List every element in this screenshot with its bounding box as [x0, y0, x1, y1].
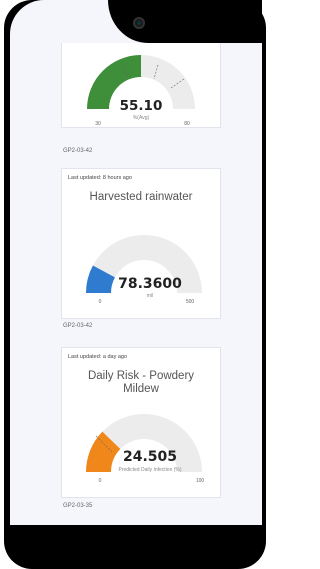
gauge-unit: Predicted Daily Infection (%) [118, 467, 181, 473]
device-id: GP2-03-42 [63, 148, 93, 154]
gauge-chart: 55.10 %(Avg) 30 80 [87, 55, 195, 127]
gauge-max: 500 [186, 299, 195, 305]
device-id: GP2-03-42 [63, 323, 93, 329]
gauge-max: 100 [196, 478, 205, 484]
gauge-value: 55.10 [120, 98, 163, 114]
gauge-unit: %(Avg) [133, 115, 150, 121]
gauge-min: 30 [95, 121, 101, 127]
gauge-min: 0 [99, 478, 102, 484]
gauge-card-rainwater[interactable]: Last updated: 8 hours ago Harvested rain… [61, 168, 221, 319]
camera-icon [133, 17, 145, 29]
gauge-chart: 24.505 Predicted Daily Infection (%) 0 1… [86, 414, 205, 484]
device-id: GP2-03-35 [63, 503, 93, 509]
gauge-value: 24.505 [123, 449, 177, 465]
dashboard-screen[interactable]: 55.10 %(Avg) 30 80 GP2-03-42 Last update… [10, 43, 262, 525]
gauge-unit: mil [147, 293, 153, 299]
gauge-min: 0 [99, 299, 102, 305]
gauge-card-humidity[interactable]: 55.10 %(Avg) 30 80 [61, 43, 221, 128]
gauge-max: 80 [184, 121, 190, 127]
gauge-card-powdery-mildew[interactable]: Last updated: a day ago Daily Risk - Pow… [61, 347, 221, 498]
gauge-value: 78.3600 [118, 276, 182, 292]
gauge-chart: 78.3600 mil 0 500 [86, 235, 202, 305]
